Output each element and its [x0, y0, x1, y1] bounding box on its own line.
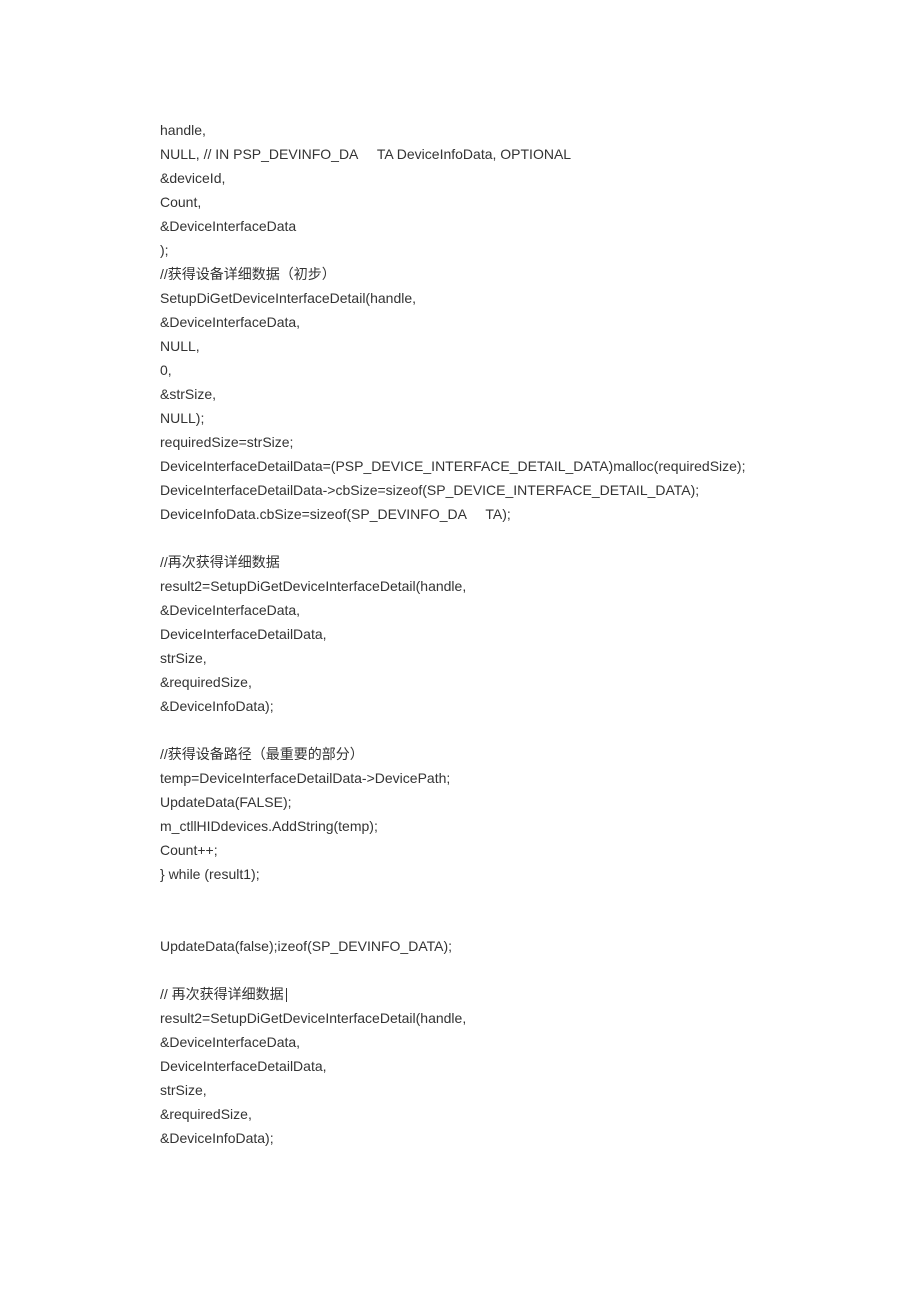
code-line: result2=SetupDiGetDeviceInterfaceDetail(…: [160, 574, 760, 598]
code-line: UpdateData(false);izeof(SP_DEVINFO_DATA)…: [160, 934, 760, 958]
code-line: handle,: [160, 118, 760, 142]
code-line: //获得设备路径（最重要的部分）: [160, 742, 760, 766]
blank-line: [160, 910, 760, 934]
code-block: handle,NULL, // IN PSP_DEVINFO_DA TA Dev…: [160, 118, 760, 1150]
code-line: &DeviceInterfaceData,: [160, 598, 760, 622]
code-line: } while (result1);: [160, 862, 760, 886]
code-line: 0,: [160, 358, 760, 382]
code-line: result2=SetupDiGetDeviceInterfaceDetail(…: [160, 1006, 760, 1030]
code-line: UpdateData(FALSE);: [160, 790, 760, 814]
code-line: &strSize,: [160, 382, 760, 406]
code-line: //再次获得详细数据: [160, 550, 760, 574]
code-line: temp=DeviceInterfaceDetailData->DevicePa…: [160, 766, 760, 790]
code-line: m_ctllHIDdevices.AddString(temp);: [160, 814, 760, 838]
code-line: // 再次获得详细数据: [160, 982, 760, 1006]
document-page: handle,NULL, // IN PSP_DEVINFO_DA TA Dev…: [0, 0, 920, 1250]
code-line: requiredSize=strSize;: [160, 430, 760, 454]
code-line: &DeviceInterfaceData,: [160, 310, 760, 334]
code-line: DeviceInterfaceDetailData=(PSP_DEVICE_IN…: [160, 454, 760, 478]
blank-line: [160, 526, 760, 550]
code-line: NULL,: [160, 334, 760, 358]
code-line: //获得设备详细数据（初步）: [160, 262, 760, 286]
code-line: Count++;: [160, 838, 760, 862]
blank-line: [160, 718, 760, 742]
code-line: NULL);: [160, 406, 760, 430]
blank-line: [160, 958, 760, 982]
code-line: SetupDiGetDeviceInterfaceDetail(handle,: [160, 286, 760, 310]
code-line: strSize,: [160, 1078, 760, 1102]
code-line: );: [160, 238, 760, 262]
code-line: &DeviceInterfaceData,: [160, 1030, 760, 1054]
code-line: DeviceInfoData.cbSize=sizeof(SP_DEVINFO_…: [160, 502, 760, 526]
code-line: &requiredSize,: [160, 670, 760, 694]
code-line: strSize,: [160, 646, 760, 670]
code-line: NULL, // IN PSP_DEVINFO_DA TA DeviceInfo…: [160, 142, 760, 166]
code-line: &DeviceInfoData);: [160, 694, 760, 718]
code-line: &requiredSize,: [160, 1102, 760, 1126]
code-line: DeviceInterfaceDetailData,: [160, 622, 760, 646]
text-cursor: [286, 988, 287, 1002]
blank-line: [160, 886, 760, 910]
code-line: DeviceInterfaceDetailData,: [160, 1054, 760, 1078]
code-line: &DeviceInterfaceData: [160, 214, 760, 238]
code-line: &DeviceInfoData);: [160, 1126, 760, 1150]
code-line: &deviceId,: [160, 166, 760, 190]
code-line: Count,: [160, 190, 760, 214]
code-line: DeviceInterfaceDetailData->cbSize=sizeof…: [160, 478, 760, 502]
